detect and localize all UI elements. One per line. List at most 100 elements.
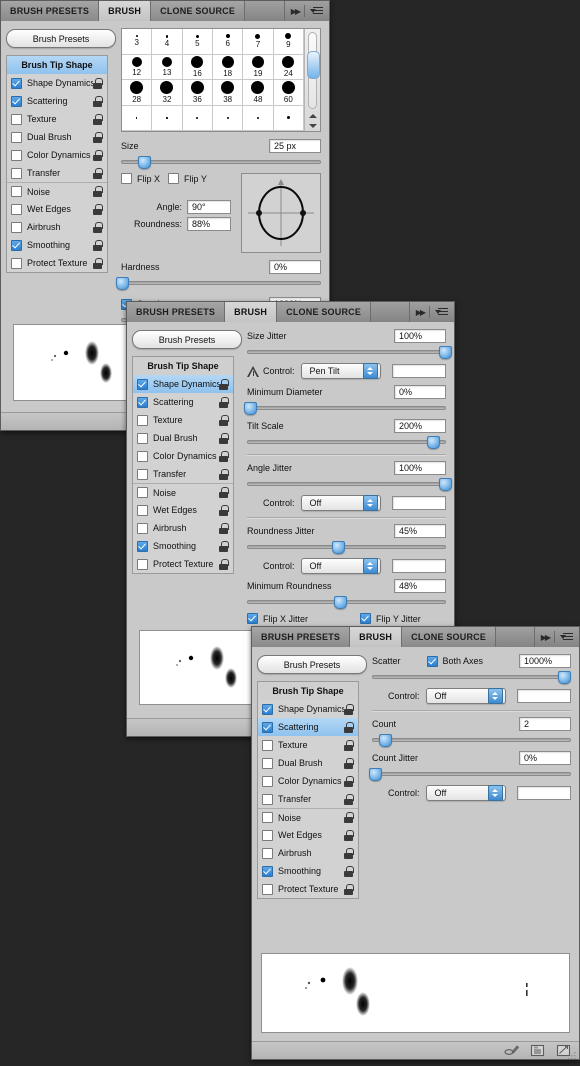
lock-icon[interactable] — [219, 540, 229, 552]
flip-y-jitter-checkbox[interactable] — [360, 613, 372, 624]
lock-icon[interactable] — [93, 95, 103, 107]
minimum-roundness-value-field[interactable]: 48% — [394, 579, 446, 593]
scatter-value-field[interactable]: 1000% — [519, 654, 571, 668]
control-extra-field-2[interactable] — [392, 496, 446, 510]
lock-icon[interactable] — [93, 131, 103, 143]
lock-icon[interactable] — [344, 703, 354, 715]
tab-brush[interactable]: BRUSH — [225, 302, 278, 322]
hardness-slider[interactable] — [116, 277, 321, 290]
scrollbar-thumb[interactable] — [307, 51, 320, 79]
brush-tip-cell[interactable]: 6 — [213, 29, 244, 55]
sidebar-item-texture[interactable]: Texture — [258, 736, 358, 754]
sidebar-checkbox[interactable] — [137, 540, 148, 552]
sidebar-checkbox[interactable] — [11, 239, 22, 251]
sidebar-item-texture[interactable]: Texture — [133, 411, 233, 429]
brush-tip-cell[interactable] — [273, 105, 304, 131]
sidebar-checkbox[interactable] — [11, 77, 22, 89]
collapse-arrows-icon[interactable]: ▶▶ — [291, 7, 301, 16]
angle-jitter-value-field[interactable]: 100% — [394, 461, 446, 475]
lock-icon[interactable] — [93, 239, 103, 251]
sidebar-item-airbrush[interactable]: Airbrush — [7, 218, 107, 236]
control-extra-field-3[interactable] — [392, 559, 446, 573]
sidebar-item-dual-brush[interactable]: Dual Brush — [133, 429, 233, 447]
tab-clone-source[interactable]: CLONE SOURCE — [277, 302, 372, 322]
tilt-scale-value-field[interactable]: 200% — [394, 419, 446, 433]
sidebar-item-airbrush[interactable]: Airbrush — [258, 844, 358, 862]
panel-menu-icon[interactable] — [435, 307, 448, 317]
sidebar-checkbox[interactable] — [11, 167, 22, 179]
brush-tip-cell[interactable]: 5 — [182, 29, 213, 55]
flip-y-checkbox[interactable] — [168, 173, 180, 184]
control-select-1[interactable]: Off — [425, 688, 506, 704]
sidebar-checkbox[interactable] — [137, 378, 148, 390]
brush-presets-button[interactable]: Brush Presets — [6, 29, 116, 48]
control-select-1[interactable]: Pen Tilt — [300, 363, 381, 379]
slider-knob[interactable] — [116, 277, 129, 290]
sidebar-checkbox[interactable] — [262, 865, 273, 877]
sidebar-item-smoothing[interactable]: Smoothing — [7, 236, 107, 254]
control-select-2[interactable]: Off — [425, 785, 506, 801]
brush-presets-button[interactable]: Brush Presets — [132, 330, 242, 349]
control-select-2[interactable]: Off — [300, 495, 381, 511]
sidebar-item-shape-dynamics[interactable]: Shape Dynamics — [7, 74, 107, 92]
stepper-icon[interactable] — [487, 688, 503, 704]
slider-knob[interactable] — [331, 541, 345, 554]
brush-presets-button[interactable]: Brush Presets — [257, 655, 367, 674]
scroll-up-button[interactable] — [307, 111, 318, 120]
tab-brush[interactable]: BRUSH — [99, 1, 152, 21]
lock-icon[interactable] — [344, 883, 354, 895]
flip-x-jitter-checkbox[interactable] — [247, 613, 258, 624]
sidebar-checkbox[interactable] — [11, 131, 22, 143]
tab-brush-presets[interactable]: BRUSH PRESETS — [252, 627, 351, 647]
lock-icon[interactable] — [93, 203, 103, 215]
stepper-icon[interactable] — [487, 785, 503, 801]
lock-icon[interactable] — [219, 432, 229, 444]
angle-jitter-slider[interactable] — [247, 478, 452, 491]
slider-knob[interactable] — [138, 156, 151, 169]
lock-icon[interactable] — [93, 221, 103, 233]
sidebar-checkbox[interactable] — [11, 221, 22, 233]
slider-knob[interactable] — [243, 402, 257, 415]
slider-knob[interactable] — [427, 436, 441, 449]
sidebar-item-protect-texture[interactable]: Protect Texture — [7, 254, 107, 272]
lock-icon[interactable] — [219, 468, 229, 480]
sidebar-checkbox[interactable] — [262, 757, 273, 769]
sidebar-checkbox[interactable] — [262, 847, 273, 859]
brush-tip-cell[interactable]: 13 — [152, 54, 183, 80]
sidebar-checkbox[interactable] — [262, 793, 273, 805]
lock-icon[interactable] — [93, 257, 103, 269]
lock-icon[interactable] — [219, 414, 229, 426]
sidebar-item-color-dynamics[interactable]: Color Dynamics — [133, 447, 233, 465]
lock-icon[interactable] — [219, 522, 229, 534]
lock-icon[interactable] — [344, 775, 354, 787]
control-select-3[interactable]: Off — [300, 558, 381, 574]
sidebar-item-color-dynamics[interactable]: Color Dynamics — [258, 772, 358, 790]
sidebar-checkbox[interactable] — [137, 522, 148, 534]
lock-icon[interactable] — [344, 812, 354, 823]
sidebar-item-smoothing[interactable]: Smoothing — [133, 537, 233, 555]
lock-icon[interactable] — [219, 450, 229, 462]
brush-tip-scrollbar[interactable] — [304, 29, 320, 131]
lock-icon[interactable] — [93, 149, 103, 161]
sidebar-checkbox[interactable] — [137, 504, 148, 516]
brush-tip-cell[interactable]: 48 — [243, 80, 274, 106]
minimum-diameter-slider[interactable] — [243, 402, 446, 415]
roundness-jitter-value-field[interactable]: 45% — [394, 524, 446, 538]
sidebar-checkbox[interactable] — [11, 203, 22, 215]
sidebar-checkbox[interactable] — [262, 721, 273, 733]
angle-roundness-preview[interactable] — [241, 173, 321, 253]
lock-icon[interactable] — [344, 829, 354, 841]
sidebar-checkbox[interactable] — [11, 257, 22, 269]
sidebar-checkbox[interactable] — [11, 149, 22, 161]
lock-icon[interactable] — [219, 378, 229, 390]
new-preset-icon[interactable] — [530, 1044, 545, 1057]
sidebar-checkbox[interactable] — [137, 468, 148, 480]
sidebar-checkbox[interactable] — [137, 558, 148, 570]
collapse-arrows-icon[interactable]: ▶▶ — [416, 308, 426, 317]
collapse-arrows-icon[interactable]: ▶▶ — [541, 633, 551, 642]
lock-icon[interactable] — [93, 77, 103, 89]
count-jitter-slider[interactable] — [368, 768, 571, 781]
sidebar-item-color-dynamics[interactable]: Color Dynamics — [7, 146, 107, 164]
tilt-scale-slider[interactable] — [247, 436, 446, 449]
brush-tip-cell[interactable]: 16 — [182, 54, 213, 80]
